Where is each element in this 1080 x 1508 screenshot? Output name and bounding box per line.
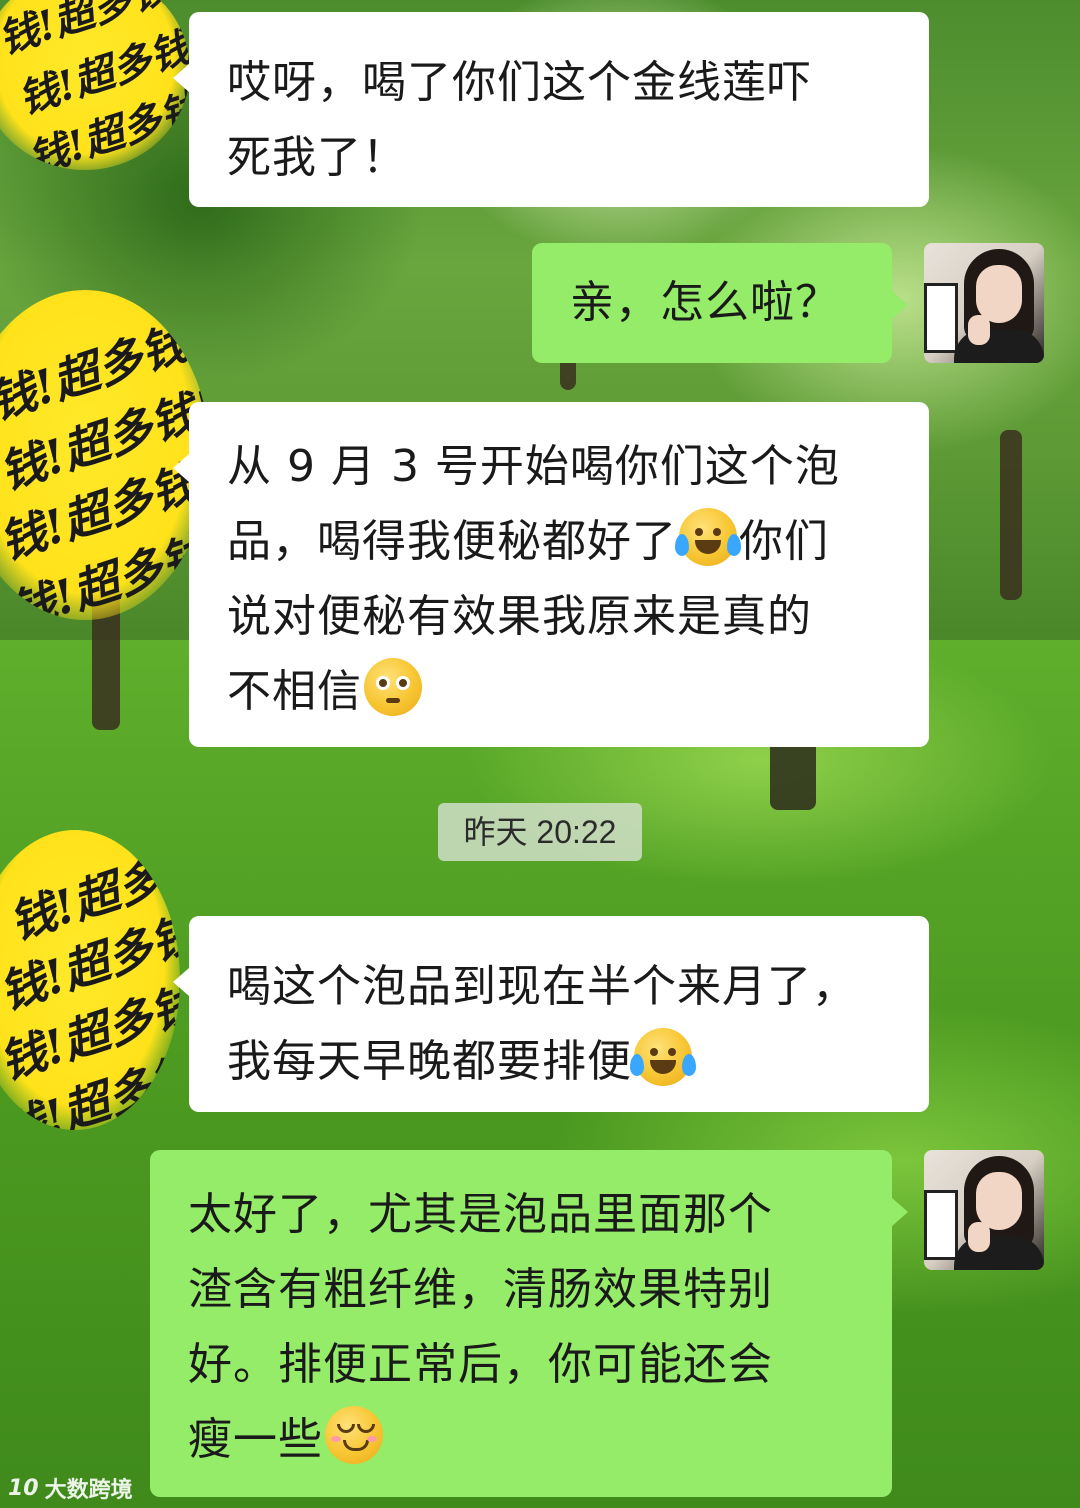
avatar-photo-detail xyxy=(924,283,958,353)
message-bubble-outgoing[interactable]: 太好了，尤其是泡品里面那个 渣含有粗纤维，清肠效果特别 好。排便正常后，你可能还… xyxy=(150,1150,908,1497)
message-timestamp: 昨天 20:22 xyxy=(438,803,642,861)
message-line: 不相信 xyxy=(227,654,891,729)
avatar-photo-detail xyxy=(968,1222,990,1252)
message-bubble-outgoing[interactable]: 亲，怎么啦？ xyxy=(532,243,908,363)
message-bubble-incoming[interactable]: 哎呀，喝了你们这个金线莲吓 死我了！ xyxy=(173,12,929,207)
message-text: 哎呀，喝了你们这个金线莲吓 xyxy=(227,57,812,108)
message-bubble-incoming[interactable]: 从 9 月 3 号开始喝你们这个泡 品，喝得我便秘都好了 你们 说对便秘有效果我… xyxy=(173,402,929,747)
crying-laugh-icon xyxy=(675,508,741,566)
message-line: 品，喝得我便秘都好了 你们 xyxy=(227,504,891,579)
message-line: 瘦一些 xyxy=(188,1402,854,1477)
watermark-text: 大数跨境 xyxy=(44,1478,133,1503)
message-text: 喝这个泡品到现在半个来月了， xyxy=(227,961,857,1012)
message-text: 瘦一些 xyxy=(188,1414,323,1465)
avatar-photo-detail xyxy=(924,1190,958,1260)
message-text: 死我了！ xyxy=(227,132,407,183)
message-text: 从 9 月 3 号开始喝你们这个泡 xyxy=(227,441,840,492)
message-text: 不相信 xyxy=(227,666,362,717)
message-text: 渣含有粗纤维，清肠效果特别 xyxy=(188,1264,773,1315)
message-text: 你们 xyxy=(739,516,829,567)
message-text: 好。排便正常后，你可能还会 xyxy=(188,1339,773,1390)
avatar-photo-detail xyxy=(968,315,990,345)
crying-laugh-icon xyxy=(630,1028,696,1086)
message-line: 我每天早晚都要排便 xyxy=(227,1024,891,1099)
avatar[interactable] xyxy=(924,1150,1044,1270)
message-text: 我每天早晚都要排便 xyxy=(227,1036,632,1087)
pleading-face-icon xyxy=(364,658,422,716)
avatar-photo-detail xyxy=(976,1172,1022,1230)
sticker-blob: 钱!超多钱!超多 钱!超多钱!超多 钱!超多钱!超多 钱!超多钱!超多 xyxy=(0,830,180,1130)
message-bubble-incoming[interactable]: 喝这个泡品到现在半个来月了， 我每天早晚都要排便 xyxy=(173,916,929,1112)
smiling-blush-icon xyxy=(325,1406,383,1464)
message-text: 亲，怎么啦？ xyxy=(570,277,840,328)
tree-trunk xyxy=(1000,430,1022,600)
avatar-photo-detail xyxy=(976,265,1022,323)
watermark: 10 大数跨境 xyxy=(8,1472,133,1504)
sticker-blob: 钱!超多钱!超多 钱!超多钱!超多 钱!超多钱!超多 xyxy=(0,0,190,170)
watermark-logo: 10 xyxy=(8,1475,39,1501)
message-text: 太好了，尤其是泡品里面那个 xyxy=(188,1189,773,1240)
message-text: 品，喝得我便秘都好了 xyxy=(227,516,677,567)
avatar[interactable] xyxy=(924,243,1044,363)
message-text: 说对便秘有效果我原来是真的 xyxy=(227,591,812,642)
